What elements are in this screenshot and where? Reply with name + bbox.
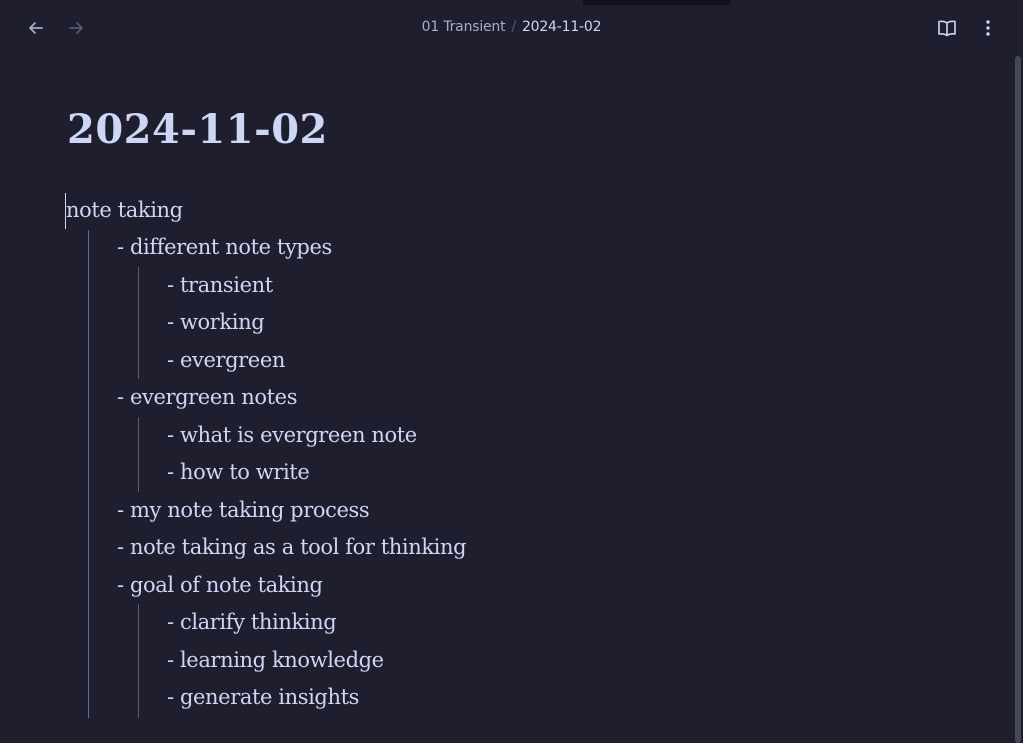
- view-header: 01 Transient / 2024-11-02: [0, 5, 1023, 53]
- indent-guide: [138, 267, 139, 379]
- indent-guide: [138, 417, 139, 492]
- reading-view-button[interactable]: [934, 15, 960, 41]
- scrollbar[interactable]: [1015, 56, 1021, 743]
- list-item: - my note taking process: [117, 498, 370, 522]
- breadcrumb-note-title[interactable]: 2024-11-02: [522, 19, 602, 35]
- list-item: - generate insights: [167, 685, 360, 709]
- more-vertical-icon: [985, 19, 991, 37]
- list-item: - clarify thinking: [167, 610, 337, 634]
- list-item: - working: [167, 310, 265, 334]
- breadcrumb-folder[interactable]: 01 Transient: [422, 19, 506, 35]
- list-item: - evergreen: [167, 348, 285, 372]
- indent-guide: [88, 230, 89, 718]
- editor-content[interactable]: 2024-11-02 note taking - different note …: [0, 53, 1010, 743]
- list-item: - what is evergreen note: [167, 423, 417, 447]
- note-title: 2024-11-02: [67, 106, 328, 153]
- more-options-button[interactable]: [975, 15, 1001, 41]
- breadcrumb: 01 Transient / 2024-11-02: [0, 19, 1023, 35]
- book-open-icon: [937, 19, 957, 37]
- breadcrumb-separator: /: [511, 19, 516, 35]
- list-item: - evergreen notes: [117, 385, 298, 409]
- list-item: - learning knowledge: [167, 648, 384, 672]
- list-item: - transient: [167, 273, 273, 297]
- list-item: - note taking as a tool for thinking: [117, 535, 467, 559]
- list-item: - how to write: [167, 460, 310, 484]
- indent-guide: [138, 604, 139, 718]
- list-item: - goal of note taking: [117, 573, 323, 597]
- list-item: - different note types: [117, 235, 332, 259]
- list-root: note taking: [66, 198, 183, 222]
